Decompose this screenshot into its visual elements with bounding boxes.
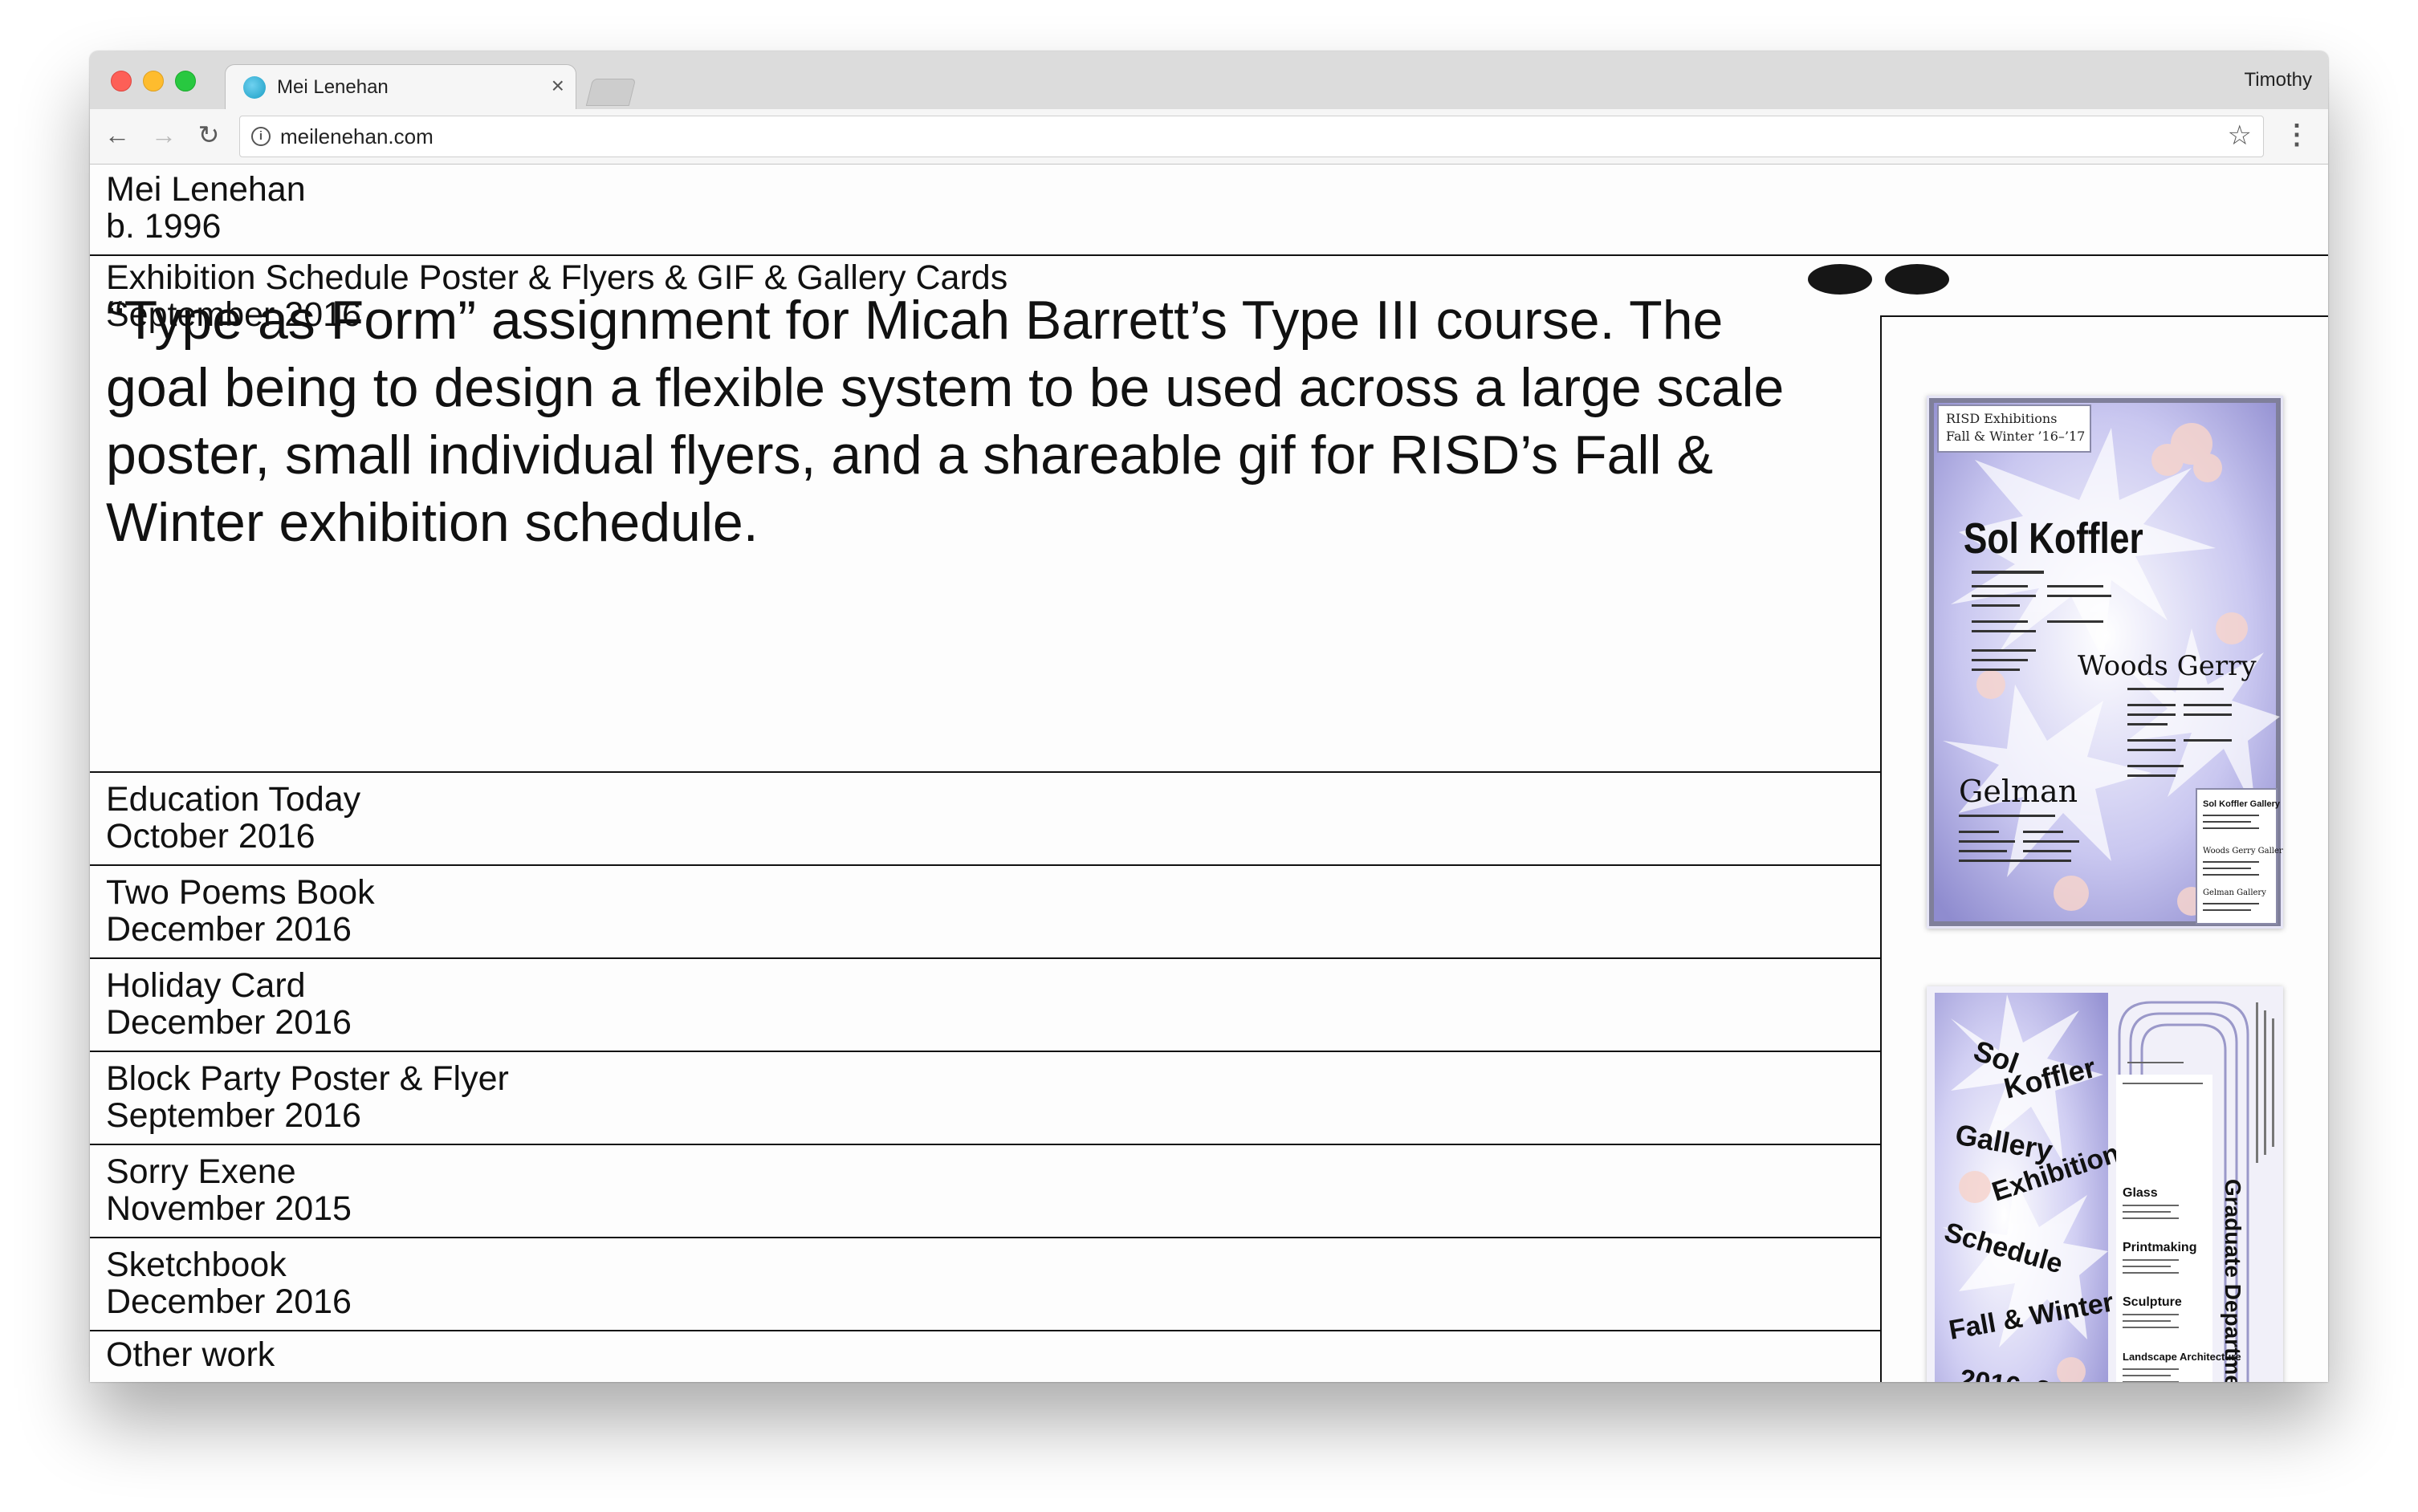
page-content: Mei Lenehan b. 1996 Exhibition Schedule …: [90, 165, 2328, 1382]
site-header: Mei Lenehan b. 1996: [90, 165, 2328, 245]
tab-title: Mei Lenehan: [277, 76, 389, 98]
project-title[interactable]: Block Party Poster & Flyer: [90, 1060, 1880, 1097]
poster-1-card-title: Sol Koffler Gallery: [2203, 799, 2281, 809]
browser-menu-icon[interactable]: ⋮: [2283, 120, 2310, 149]
list-item[interactable]: Block Party Poster & Flyer September 201…: [90, 1051, 1880, 1144]
poster-1-heading-a: Sol Koffler: [1964, 514, 2143, 563]
forward-arrow-icon[interactable]: →: [149, 120, 178, 149]
poster-2-artwork: Sol Koffler Gallery Exhibition Schedule …: [1927, 986, 2283, 1382]
project-date: December 2016: [106, 1282, 352, 1321]
browser-window: Mei Lenehan × Timothy ← → ↻ i meilenehan…: [90, 51, 2328, 1382]
poster-1-card-line3: Gelman Gallery: [2203, 888, 2266, 897]
reload-icon[interactable]: ↻: [194, 120, 223, 149]
poster-1-header-line1: RISD Exhibitions: [1946, 411, 2057, 426]
profile-name[interactable]: Timothy: [2245, 69, 2312, 91]
maximize-window-button[interactable]: [175, 71, 196, 91]
site-born: b. 1996: [106, 207, 222, 246]
poster-2-list-item: Printmaking: [2123, 1241, 2196, 1254]
project-title[interactable]: Sorry Exene: [90, 1153, 1880, 1190]
poster-1-artwork: RISD Exhibitions Fall & Winter ’16–’17 S…: [1927, 396, 2283, 929]
site-name[interactable]: Mei Lenehan: [90, 171, 2328, 208]
poster-2-list-item: Sculpture: [2123, 1295, 2182, 1309]
poster-1-header-line2: Fall & Winter ’16–’17: [1946, 429, 2085, 444]
url-text[interactable]: meilenehan.com: [280, 124, 434, 148]
close-window-button[interactable]: [111, 71, 132, 91]
list-item[interactable]: Education Today October 2016: [90, 771, 1880, 864]
poster-2-vertical-title: Graduate Department Exhibitions: [2221, 1179, 2245, 1382]
list-item[interactable]: Sketchbook December 2016: [90, 1237, 1880, 1330]
poster-thumbnail-1[interactable]: RISD Exhibitions Fall & Winter ’16–’17 S…: [1927, 396, 2283, 929]
back-arrow-icon[interactable]: ←: [103, 120, 132, 149]
project-date: November 2015: [106, 1189, 352, 1228]
list-item[interactable]: Other work: [90, 1330, 1880, 1382]
image-sidebar: RISD Exhibitions Fall & Winter ’16–’17 S…: [1880, 315, 2328, 1382]
poster-1-card-line2: Woods Gerry Gallery: [2203, 847, 2283, 856]
project-title[interactable]: Other work: [90, 1336, 1880, 1373]
new-tab-button[interactable]: [585, 79, 637, 106]
poster-1-heading-c: Gelman: [1959, 774, 2078, 809]
tab-strip: Mei Lenehan × Timothy: [90, 51, 2328, 112]
list-item[interactable]: Sorry Exene November 2015: [90, 1144, 1880, 1237]
previous-image-dot[interactable]: [1808, 264, 1872, 295]
browser-toolbar: ← → ↻ i meilenehan.com ☆ ⋮: [90, 109, 2328, 165]
poster-thumbnail-2[interactable]: Sol Koffler Gallery Exhibition Schedule …: [1927, 986, 2283, 1382]
site-info-icon[interactable]: i: [251, 127, 271, 146]
poster-1-heading-b: Woods Gerry: [2078, 650, 2257, 682]
project-title[interactable]: Sketchbook: [90, 1246, 1880, 1283]
browser-tab[interactable]: Mei Lenehan ×: [225, 64, 576, 112]
project-date: September 2016: [106, 1096, 361, 1135]
project-date: December 2016: [106, 1003, 352, 1042]
project-title[interactable]: Two Poems Book: [90, 874, 1880, 911]
poster-2-list-item: Glass: [2123, 1186, 2158, 1200]
list-item[interactable]: Two Poems Book December 2016: [90, 864, 1880, 957]
site-favicon-icon: [243, 76, 266, 99]
next-image-dot[interactable]: [1885, 264, 1949, 295]
bookmark-star-icon[interactable]: ☆: [2228, 121, 2252, 150]
list-item[interactable]: Holiday Card December 2016: [90, 957, 1880, 1051]
project-date: October 2016: [106, 817, 315, 856]
project-title[interactable]: Education Today: [90, 781, 1880, 818]
project-title[interactable]: Holiday Card: [90, 967, 1880, 1004]
minimize-window-button[interactable]: [143, 71, 164, 91]
address-bar[interactable]: i meilenehan.com ☆: [239, 116, 2264, 157]
project-date: December 2016: [106, 910, 352, 949]
tab-close-icon[interactable]: ×: [552, 74, 564, 98]
project-description: “Type as Form” assignment for Micah Barr…: [106, 290, 1785, 553]
